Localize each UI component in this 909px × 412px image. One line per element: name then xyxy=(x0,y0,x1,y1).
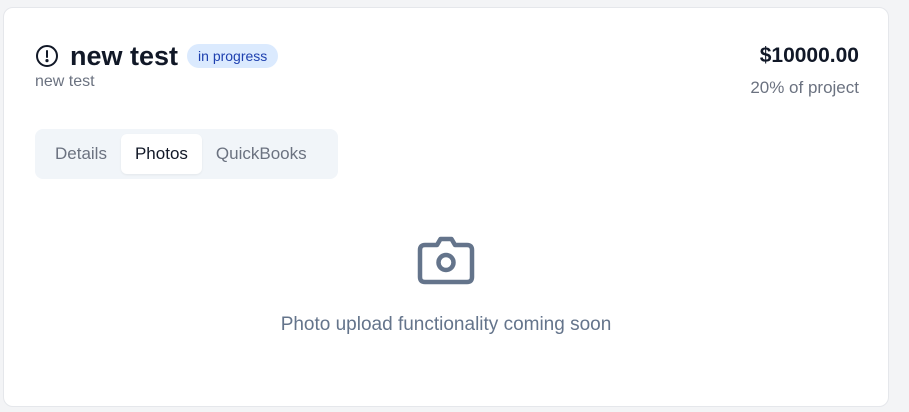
alert-circle-icon xyxy=(35,44,59,68)
page-title: new test xyxy=(70,41,179,71)
tab-photos[interactable]: Photos xyxy=(120,134,202,174)
status-badge: in progress xyxy=(187,44,279,68)
milestone-card: new test in progress new test $10000.00 … xyxy=(3,7,889,407)
tab-list: Details Photos QuickBooks xyxy=(35,129,338,179)
camera-icon xyxy=(417,236,475,286)
empty-state-message: Photo upload functionality coming soon xyxy=(280,314,612,335)
tab-quickbooks[interactable]: QuickBooks xyxy=(202,134,321,174)
amount: $10000.00 xyxy=(759,44,859,67)
percent-of-project: 20% of project xyxy=(750,78,859,97)
photos-empty-state xyxy=(4,236,888,291)
tab-details[interactable]: Details xyxy=(41,134,121,174)
subtitle: new test xyxy=(35,73,95,90)
title-row: new test in progress xyxy=(35,41,279,71)
